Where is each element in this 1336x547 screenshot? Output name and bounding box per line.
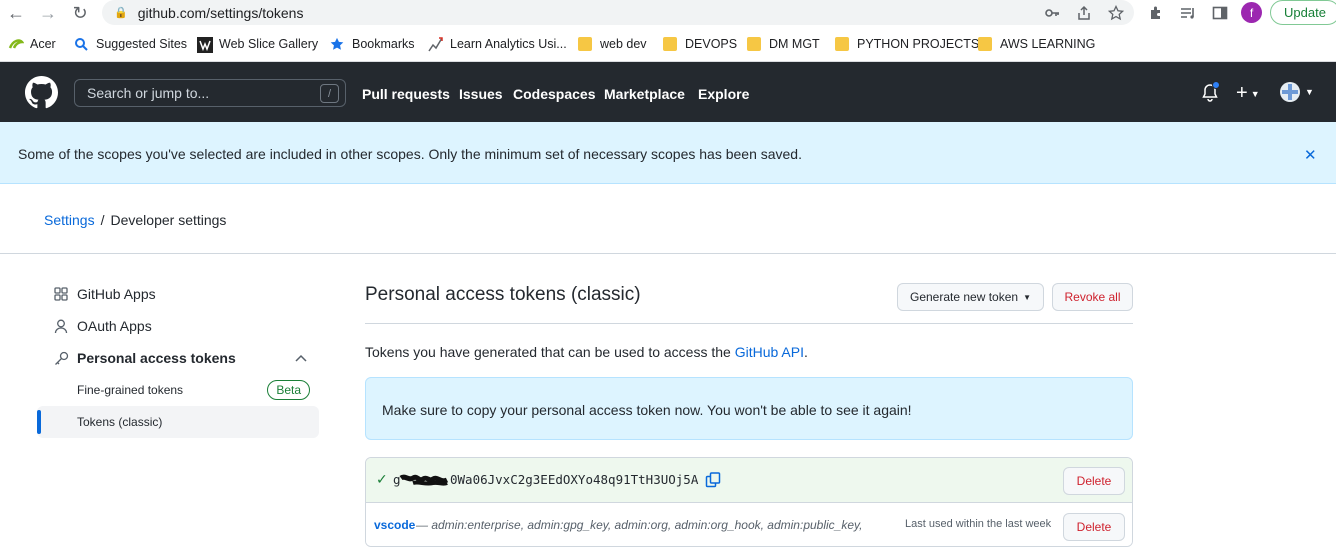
check-icon: ✓ — [376, 471, 388, 487]
breadcrumb-current: Developer settings — [110, 212, 227, 228]
bookmark-web-slice-gallery[interactable]: Web Slice Gallery — [197, 37, 318, 53]
close-icon[interactable]: ✕ — [1304, 146, 1317, 164]
token-details-row: vscode — admin:enterprise, admin:gpg_key… — [366, 504, 1132, 546]
chevron-up-icon[interactable] — [295, 351, 307, 365]
analytics-icon — [428, 37, 443, 52]
folder-icon — [978, 37, 992, 51]
folder-icon — [663, 37, 677, 51]
sidebar-item-oauth-apps[interactable]: OAuth Apps — [37, 310, 319, 342]
person-icon — [53, 318, 69, 334]
breadcrumb: Settings / Developer settings — [44, 212, 226, 228]
page-title: Personal access tokens (classic) — [365, 284, 641, 305]
nav-pull-requests[interactable]: Pull requests — [362, 86, 450, 102]
beta-badge: Beta — [267, 380, 310, 400]
notification-indicator — [1212, 81, 1220, 89]
sidebar-item-tokens-classic[interactable]: Tokens (classic) — [37, 406, 319, 438]
github-logo-icon[interactable] — [25, 76, 58, 109]
intro-text: Tokens you have generated that can be us… — [365, 344, 808, 360]
acer-icon — [8, 37, 25, 51]
user-avatar-icon — [1280, 82, 1300, 102]
web-slice-icon — [197, 37, 213, 53]
update-button[interactable]: Update — [1270, 0, 1336, 25]
bookmark-learn-analytics[interactable]: Learn Analytics Usi... — [428, 37, 567, 52]
new-token-row: ✓ g 0Wa06JvxC2g3EEdOXYo48q91TtH3UOj5A De… — [366, 458, 1132, 503]
folder-icon — [578, 37, 592, 51]
bookmarks-bar: Acer Suggested Sites Web Slice Gallery B… — [0, 28, 1336, 62]
bookmark-bookmarks[interactable]: Bookmarks — [330, 37, 415, 51]
redacted-token-prefix: g — [393, 472, 449, 487]
bookmark-folder-aws-learning[interactable]: AWS LEARNING — [978, 37, 1095, 51]
bookmark-folder-devops[interactable]: DEVOPS — [663, 37, 737, 51]
github-header: Search or jump to... / Pull requests Iss… — [0, 62, 1336, 122]
bookmark-folder-web-dev[interactable]: web dev — [578, 37, 647, 51]
nav-marketplace[interactable]: Marketplace — [604, 86, 685, 102]
github-api-link[interactable]: GitHub API — [735, 344, 804, 360]
reload-icon[interactable]: ↻ — [69, 2, 91, 24]
copy-icon[interactable] — [705, 472, 721, 488]
generate-new-token-button[interactable]: Generate new token ▼ — [897, 283, 1044, 311]
title-divider — [365, 323, 1133, 324]
sidebar-item-fine-grained-tokens[interactable]: Fine-grained tokens Beta — [37, 374, 319, 406]
reading-list-icon[interactable] — [1179, 4, 1197, 22]
star-bookmark-icon[interactable] — [1107, 4, 1125, 22]
sidebar-item-personal-access-tokens[interactable]: Personal access tokens — [37, 342, 319, 374]
bookmark-folder-python-projects[interactable]: PYTHON PROJECTS — [835, 37, 979, 51]
breadcrumb-bar: Settings / Developer settings — [0, 184, 1336, 254]
search-icon — [74, 37, 88, 51]
key-icon[interactable] — [1043, 4, 1061, 22]
bookmark-acer[interactable]: Acer — [8, 37, 56, 51]
key-icon — [53, 350, 69, 366]
lock-icon: 🔒 — [114, 7, 128, 19]
flash-message: Some of the scopes you've selected are i… — [18, 146, 802, 162]
breadcrumb-separator: / — [100, 212, 105, 228]
browser-toolbar: ← → ↻ 🔒 github.com/settings/tokens f Upd… — [0, 0, 1336, 28]
sidebar-item-github-apps[interactable]: GitHub Apps — [37, 278, 319, 310]
back-icon[interactable]: ← — [5, 2, 27, 24]
nav-explore[interactable]: Explore — [698, 86, 749, 102]
token-list: ✓ g 0Wa06JvxC2g3EEdOXYo48q91TtH3UOj5A De… — [365, 457, 1133, 547]
token-value: 0Wa06JvxC2g3EEdOXYo48q91TtH3UOj5A — [450, 472, 699, 487]
side-panel-icon[interactable] — [1211, 4, 1229, 22]
settings-sidebar: GitHub Apps OAuth Apps Personal access t… — [37, 278, 319, 438]
token-name-link[interactable]: vscode — [374, 518, 415, 532]
token-prefix-text: g — [393, 472, 401, 487]
star-icon — [330, 37, 344, 51]
share-icon[interactable] — [1075, 4, 1093, 22]
search-shortcut-key: / — [320, 84, 339, 103]
copy-token-notice: Make sure to copy your personal access t… — [365, 377, 1133, 440]
chevron-down-icon: ▼ — [1305, 87, 1314, 97]
bookmark-suggested-sites[interactable]: Suggested Sites — [74, 37, 187, 51]
nav-codespaces[interactable]: Codespaces — [513, 86, 595, 102]
forward-icon[interactable]: → — [37, 2, 59, 24]
folder-icon — [747, 37, 761, 51]
user-menu[interactable]: ▼ — [1279, 81, 1314, 108]
delete-token-button[interactable]: Delete — [1063, 467, 1125, 495]
caret-down-icon: ▼ — [1023, 292, 1031, 302]
extensions-icon[interactable] — [1147, 4, 1165, 22]
flash-notice: Some of the scopes you've selected are i… — [0, 122, 1336, 184]
url-text: github.com/settings/tokens — [137, 4, 304, 21]
revoke-all-button[interactable]: Revoke all — [1052, 283, 1133, 311]
search-input[interactable]: Search or jump to... / — [74, 79, 346, 107]
active-indicator — [37, 410, 41, 434]
apps-grid-icon — [53, 286, 69, 302]
token-last-used: Last used within the last week — [905, 518, 1052, 530]
breadcrumb-settings-link[interactable]: Settings — [44, 212, 95, 228]
token-scopes: — admin:enterprise, admin:gpg_key, admin… — [416, 518, 863, 532]
nav-issues[interactable]: Issues — [459, 86, 503, 102]
folder-icon — [835, 37, 849, 51]
profile-avatar[interactable]: f — [1241, 2, 1262, 23]
create-new-icon[interactable]: + ▼ — [1236, 82, 1260, 105]
address-bar[interactable]: 🔒 github.com/settings/tokens — [102, 0, 1134, 25]
bookmark-folder-dm-mgt[interactable]: DM MGT — [747, 37, 820, 51]
